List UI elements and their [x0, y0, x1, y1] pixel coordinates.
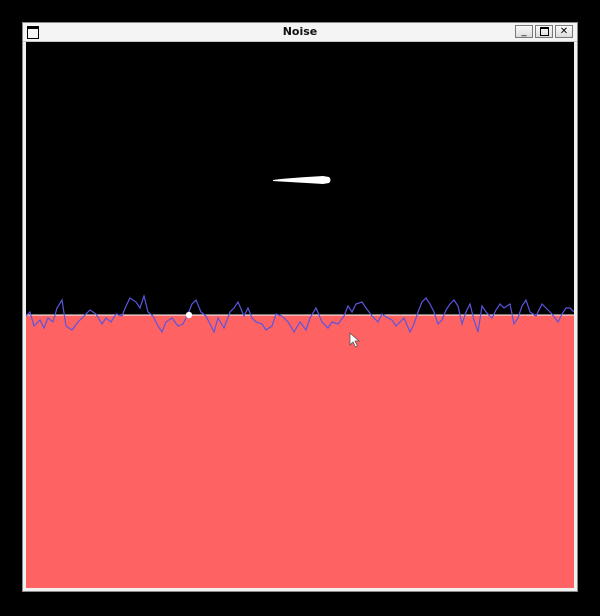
title-bar[interactable]: Noise _ ✕ [23, 23, 577, 42]
app-window: Noise _ ✕ [22, 22, 578, 592]
window-title: Noise [282, 25, 318, 38]
ball [185, 311, 193, 319]
mouse-pointer-icon [349, 332, 361, 348]
white-streak [273, 176, 331, 184]
maximize-icon [539, 27, 549, 36]
minimize-icon: _ [521, 26, 527, 37]
maximize-button[interactable] [535, 25, 553, 38]
close-icon: ✕ [559, 26, 569, 37]
minimize-button[interactable]: _ [515, 25, 533, 38]
noise-scene [26, 176, 574, 348]
noise-line [26, 293, 574, 334]
noise-canvas[interactable] [26, 42, 574, 588]
close-button[interactable]: ✕ [555, 25, 573, 38]
